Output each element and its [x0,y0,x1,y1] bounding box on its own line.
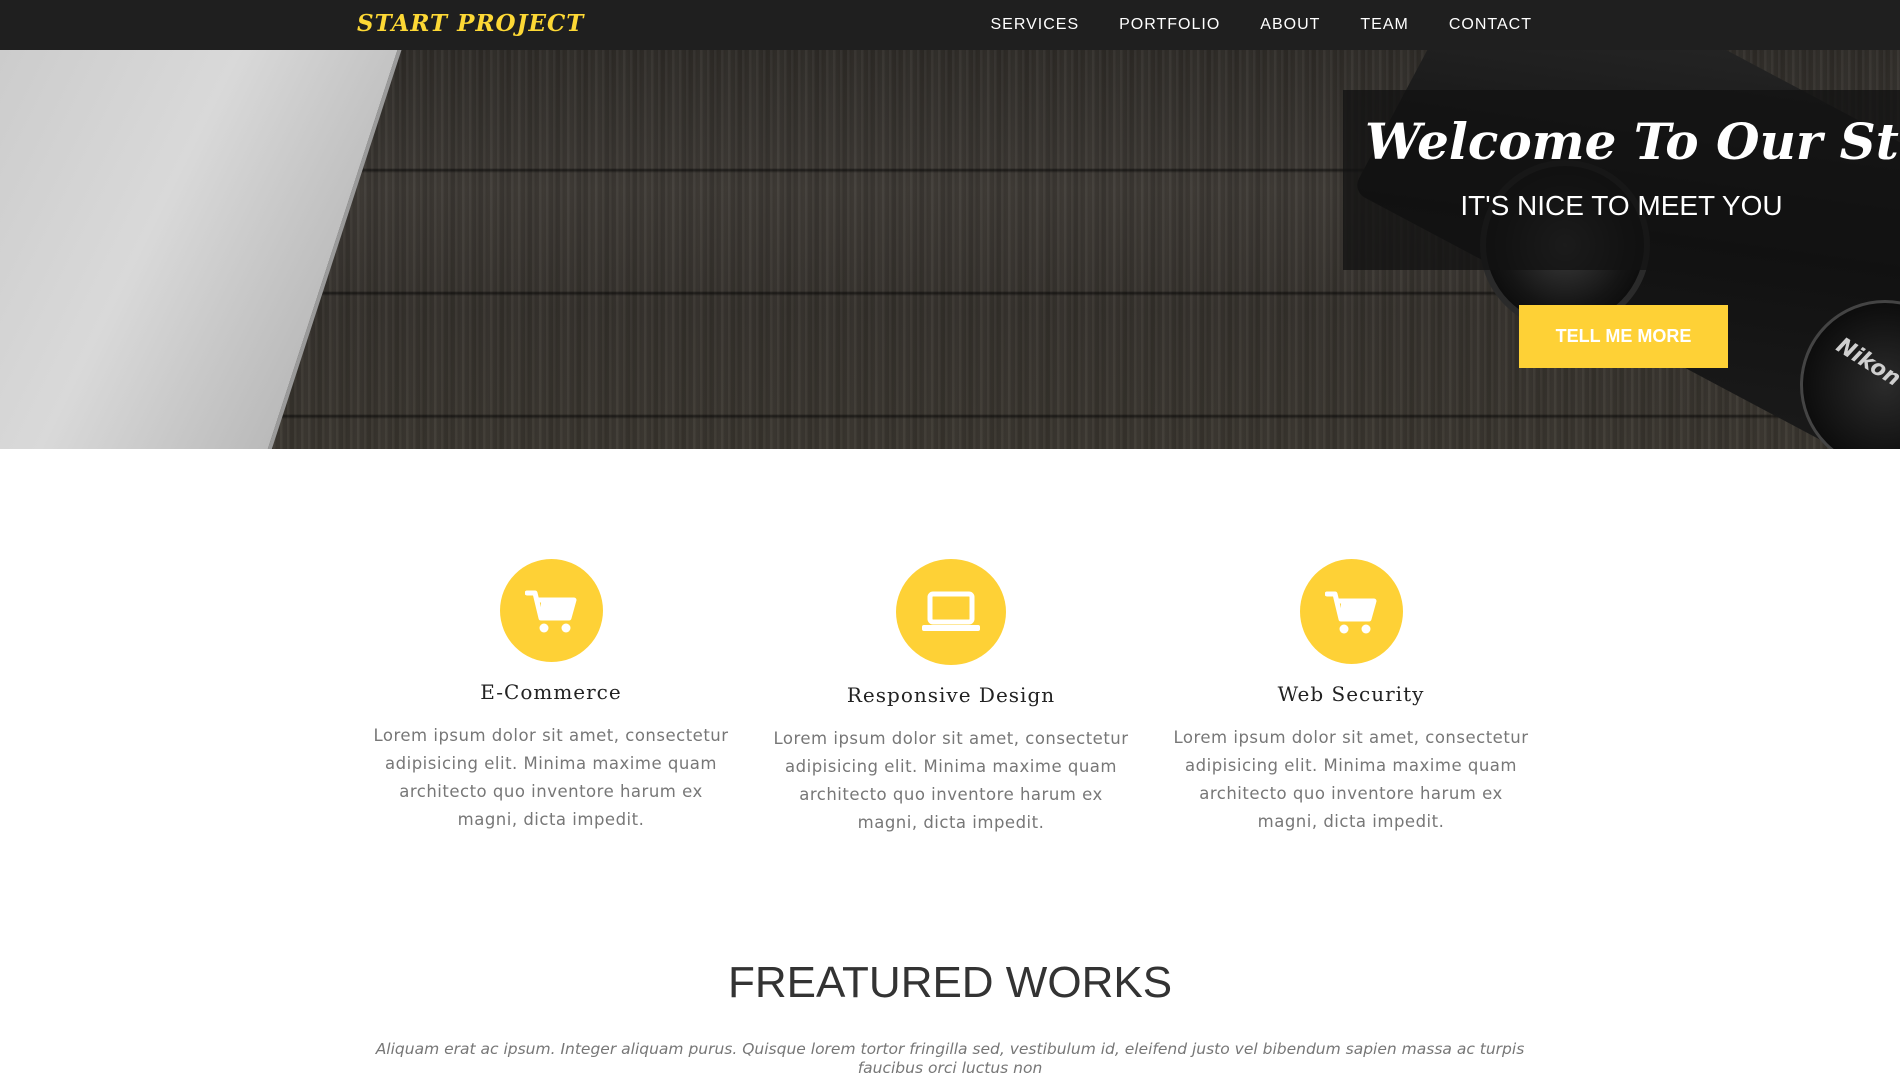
featured-works-heading: FREATURED WORKS [727,958,1173,1007]
nav-item-portfolio[interactable]: PORTFOLIO [1119,0,1220,50]
service-title: Responsive Design [846,683,1056,707]
nav-item-services[interactable]: SERVICES [990,0,1079,50]
hero-banner: Nikon Welcome To Our Studio! IT'S NICE T… [0,50,1900,449]
service-description: Lorem ipsum dolor sit amet, consectetur … [773,729,1129,832]
laptop-icon [922,591,980,631]
shopping-cart-icon [1325,591,1377,633]
nav-item-about[interactable]: ABOUT [1260,0,1320,50]
service-icon-circle [499,559,603,662]
nav-item-contact[interactable]: CONTACT [1449,0,1532,50]
service-icon-circle [1299,559,1403,664]
top-navbar: START PROJECT SERVICES PORTFOLIO ABOUT T… [0,0,1900,50]
hero-subtitle: IT'S NICE TO MEET YOU [1460,190,1783,221]
service-icon-circle [896,559,1006,665]
nav-menu: SERVICES PORTFOLIO ABOUT TEAM CONTACT [950,0,1532,50]
shopping-cart-icon [525,590,577,632]
service-title: E-Commerce [480,680,622,704]
service-description: Lorem ipsum dolor sit amet, consectetur … [373,726,729,829]
brand-logo[interactable]: START PROJECT [357,10,584,37]
tell-me-more-button[interactable]: TELL ME MORE [1519,305,1728,368]
service-web-security: Web Security Lorem ipsum dolor sit amet,… [1171,559,1531,836]
nav-item-team[interactable]: TEAM [1360,0,1408,50]
service-description: Lorem ipsum dolor sit amet, consectetur … [1173,728,1529,831]
service-title: Web Security [1277,682,1425,706]
hero-title: Welcome To Our Studio! [1365,112,1900,171]
laptop-image [0,50,415,449]
featured-works-intro: Aliquam erat ac ipsum. Integer aliquam p… [375,1040,1525,1077]
service-ecommerce: E-Commerce Lorem ipsum dolor sit amet, c… [371,559,731,834]
service-responsive-design: Responsive Design Lorem ipsum dolor sit … [771,559,1131,837]
